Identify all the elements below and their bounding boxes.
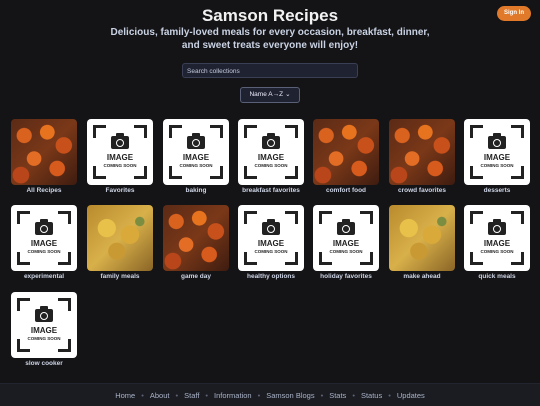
frame-corner-icon	[58, 211, 71, 224]
footer-nav: Home • About • Staff • Information • Samson Blog…	[0, 383, 540, 406]
footer-separator: •	[388, 390, 391, 400]
camera-icon	[262, 219, 280, 235]
frame-corner-icon	[470, 125, 483, 138]
collection-tile-image[interactable]: IMAGE COMING SOON	[238, 205, 304, 271]
collection-tile-image[interactable]: IMAGE COMING SOON	[464, 205, 530, 271]
sort-selected-value: Name A→Z	[249, 91, 284, 98]
placeholder-coming-soon-text: COMING SOON	[27, 336, 61, 341]
placeholder-coming-soon-text: COMING SOON	[329, 249, 363, 254]
footer-link-information[interactable]: Information	[214, 391, 252, 400]
collection-label[interactable]: quick meals	[459, 273, 535, 280]
collection-tile-image[interactable]	[389, 119, 455, 185]
footer-link-status[interactable]: Status	[361, 391, 382, 400]
footer-separator: •	[257, 390, 261, 400]
placeholder-image-text: IMAGE	[332, 239, 360, 248]
collection-tile-image[interactable]: IMAGE COMING SOON	[238, 119, 304, 185]
footer-separator: •	[320, 390, 324, 400]
camera-icon	[187, 133, 205, 149]
camera-icon	[35, 306, 53, 322]
frame-corner-icon	[360, 211, 373, 224]
search-input[interactable]: Search collections	[182, 63, 358, 78]
collection-label[interactable]: desserts	[459, 187, 535, 194]
placeholder-image-text: IMAGE	[30, 326, 58, 335]
collection-tile-image[interactable]: IMAGE COMING SOON	[87, 119, 153, 185]
placeholder-image-text: IMAGE	[30, 239, 58, 248]
frame-corner-icon	[244, 211, 257, 224]
collection-tile-image[interactable]	[87, 205, 153, 271]
tagline-line-1: Delicious, family-loved meals for every …	[110, 27, 430, 38]
frame-corner-icon	[58, 298, 71, 311]
collection-label[interactable]: slow cooker	[6, 360, 82, 367]
placeholder-image-text: IMAGE	[257, 239, 285, 248]
placeholder-coming-soon-text: COMING SOON	[103, 163, 137, 168]
frame-corner-icon	[210, 125, 223, 138]
collection-label[interactable]: crowd favorites	[384, 187, 460, 194]
frame-corner-icon	[511, 125, 524, 138]
placeholder-coming-soon-text: COMING SOON	[254, 163, 288, 168]
sort-select[interactable]: Name A→Z ⌄	[240, 87, 300, 103]
footer-link-stats[interactable]: Stats	[329, 391, 346, 400]
camera-icon	[35, 219, 53, 235]
collection-tile-image[interactable]	[389, 205, 455, 271]
camera-icon	[337, 219, 355, 235]
collection-label[interactable]: family meals	[82, 273, 158, 280]
collection-tile-image[interactable]: IMAGE COMING SOON	[163, 119, 229, 185]
frame-corner-icon	[169, 125, 182, 138]
camera-icon	[262, 133, 280, 149]
footer-separator: •	[175, 390, 179, 400]
collection-label[interactable]: Favorites	[82, 187, 158, 194]
frame-corner-icon	[285, 125, 298, 138]
frame-corner-icon	[470, 211, 483, 224]
placeholder-coming-soon-text: COMING SOON	[480, 163, 514, 168]
collection-label[interactable]: experimental	[6, 273, 82, 280]
camera-icon	[111, 133, 129, 149]
collection-label[interactable]: game day	[158, 273, 234, 280]
placeholder-coming-soon-text: COMING SOON	[254, 249, 288, 254]
frame-corner-icon	[244, 125, 257, 138]
placeholder-image-text: IMAGE	[106, 153, 134, 162]
collection-label[interactable]: breakfast favorites	[233, 187, 309, 194]
collection-label[interactable]: baking	[158, 187, 234, 194]
placeholder-coming-soon-text: COMING SOON	[27, 249, 61, 254]
placeholder-image-text: IMAGE	[483, 239, 511, 248]
frame-corner-icon	[134, 125, 147, 138]
collection-label[interactable]: holiday favorites	[308, 273, 384, 280]
placeholder-coming-soon-text: COMING SOON	[179, 163, 213, 168]
footer-separator: •	[205, 390, 209, 400]
frame-corner-icon	[285, 211, 298, 224]
collection-tile-image[interactable]: IMAGE COMING SOON	[11, 292, 77, 358]
frame-corner-icon	[511, 211, 524, 224]
collection-label[interactable]: healthy options	[233, 273, 309, 280]
footer-link-updates[interactable]: Updates	[397, 391, 425, 400]
placeholder-image-text: IMAGE	[182, 153, 210, 162]
placeholder-image-text: IMAGE	[483, 153, 511, 162]
chevron-down-icon: ⌄	[285, 91, 291, 98]
camera-icon	[488, 133, 506, 149]
page-title: Samson Recipes	[201, 6, 339, 25]
tagline: Delicious, family-loved meals for every …	[95, 26, 445, 52]
collection-tile-image[interactable]: IMAGE COMING SOON	[464, 119, 530, 185]
collection-tile-image[interactable]	[11, 119, 77, 185]
collection-label[interactable]: comfort food	[308, 187, 384, 194]
frame-corner-icon	[17, 298, 30, 311]
footer-link-home[interactable]: Home	[115, 391, 135, 400]
camera-icon	[488, 219, 506, 235]
collection-tile-image[interactable]: IMAGE COMING SOON	[11, 205, 77, 271]
collection-label[interactable]: make ahead	[384, 273, 460, 280]
footer-link-samson-blogs[interactable]: Samson Blogs	[266, 391, 314, 400]
frame-corner-icon	[93, 125, 106, 138]
frame-corner-icon	[319, 211, 332, 224]
frame-corner-icon	[17, 211, 30, 224]
collection-tile-image[interactable]	[163, 205, 229, 271]
tagline-line-2: and sweet treats everyone will enjoy!	[181, 40, 359, 51]
collection-tile-image[interactable]	[313, 119, 379, 185]
footer-separator: •	[141, 390, 144, 400]
footer-link-about[interactable]: About	[150, 391, 170, 400]
collection-label[interactable]: All Recipes	[6, 187, 82, 194]
footer-separator: •	[352, 390, 355, 400]
placeholder-coming-soon-text: COMING SOON	[480, 249, 514, 254]
placeholder-image-text: IMAGE	[257, 153, 285, 162]
footer-link-staff[interactable]: Staff	[184, 391, 199, 400]
collection-tile-image[interactable]: IMAGE COMING SOON	[313, 205, 379, 271]
